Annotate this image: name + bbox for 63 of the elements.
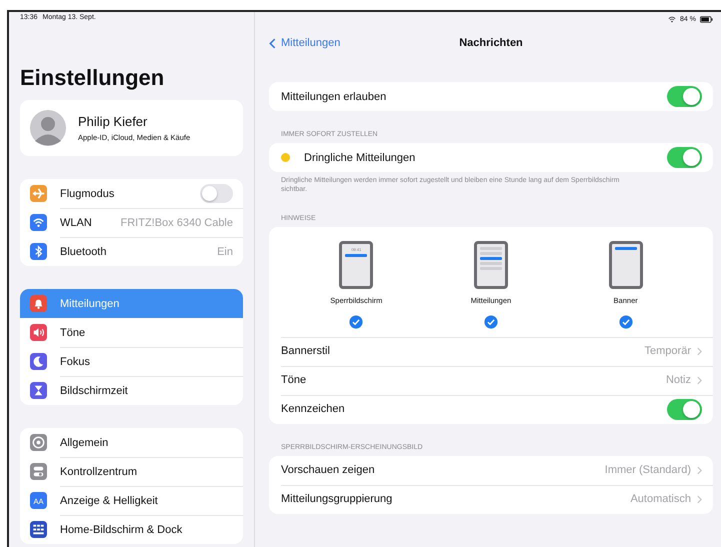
page-title: Nachrichten <box>459 37 523 49</box>
sidebar-item[interactable]: Home-Bildschirm & Dock <box>20 515 243 544</box>
avatar-icon <box>30 110 66 146</box>
back-chevron-icon <box>269 38 276 48</box>
item-label: Bildschirmzeit <box>60 384 129 396</box>
row-label: Mitteilungsgruppierung <box>281 493 394 506</box>
checkmark-icon[interactable] <box>484 314 498 329</box>
item-label: Mitteilungen <box>60 298 120 310</box>
item-label: Flugmodus <box>60 188 116 200</box>
item-label: Anzeige & Helligkeit <box>60 494 159 506</box>
sidebar-item[interactable]: WLAN FRITZ!Box 6340 Cable <box>20 208 243 237</box>
sidebar-item[interactable]: Bluetooth Ein <box>20 237 243 266</box>
chevron-icon <box>697 346 702 356</box>
row-label: Kennzeichen <box>281 403 346 416</box>
toggle-switch[interactable] <box>667 147 702 168</box>
icon-label: AA <box>33 496 44 506</box>
row-value: Automatisch <box>630 493 691 506</box>
item-value: FRITZ!Box 6340 Cable <box>120 216 233 228</box>
settings-row[interactable]: Mitteilungen erlauben <box>269 82 713 111</box>
checkmark-icon[interactable] <box>349 314 364 329</box>
profile-name: Philip Kiefer <box>78 114 148 129</box>
row-value: Immer (Standard) <box>604 464 691 476</box>
toggle-switch[interactable] <box>667 86 702 107</box>
sidebar-item[interactable]: AA Anzeige & Helligkeit <box>20 486 243 515</box>
settings-row[interactable]: Vorschauen zeigen Immer (Standard) <box>269 456 713 485</box>
row-label: Mitteilungen erlauben <box>281 90 388 102</box>
banner-drawing[interactable] <box>608 240 643 289</box>
checkmark-icon[interactable] <box>618 314 633 329</box>
settings-row[interactable]: Mitteilungsgruppierung Automatisch <box>269 484 713 514</box>
row-label: Bannerstil <box>281 345 331 358</box>
row-value: Notiz <box>666 374 691 386</box>
settings-title: Einstellungen <box>20 65 166 92</box>
row-value: Temporär <box>644 345 691 358</box>
battery-icon <box>700 16 713 22</box>
settings-row[interactable]: Töne Notiz <box>269 366 713 395</box>
chevron-icon <box>697 376 702 385</box>
item-label: Kontrollzentrum <box>60 466 138 478</box>
chevron-icon <box>697 494 702 504</box>
item-label: Töne <box>60 326 86 338</box>
item-label: Bluetooth <box>60 246 108 258</box>
wifi-icon <box>668 16 676 22</box>
item-label: Fokus <box>60 356 91 368</box>
notification-center-drawing[interactable] <box>474 240 508 289</box>
sidebar-item[interactable]: Töne <box>20 318 243 347</box>
item-label: WLAN <box>60 216 93 228</box>
toggle-switch[interactable] <box>200 184 233 203</box>
settings-row[interactable]: Dringliche Mitteilungen <box>269 143 713 172</box>
row-label: Dringliche Mitteilungen <box>304 152 416 164</box>
sidebar-item[interactable]: Kontrollzentrum <box>20 457 243 486</box>
sidebar-item[interactable]: Fokus <box>20 347 243 376</box>
sidebar-item[interactable]: Bildschirmzeit <box>20 376 243 405</box>
item-label: Allgemein <box>60 436 110 448</box>
settings-row[interactable]: Bannerstil Temporär <box>269 336 713 366</box>
toggle-switch[interactable] <box>667 398 702 420</box>
item-value: Ein <box>217 246 233 258</box>
settings-row[interactable]: Kennzeichen <box>269 394 713 424</box>
row-label: Vorschauen zeigen <box>281 464 376 476</box>
row-label: Töne <box>281 374 308 386</box>
sidebar-item[interactable]: Allgemein <box>20 428 243 457</box>
chevron-icon <box>697 466 702 475</box>
sidebar-item[interactable]: Flugmodus <box>20 179 243 208</box>
back-link[interactable]: Mitteilungen <box>269 37 340 49</box>
item-label: Home-Bildschirm & Dock <box>60 524 184 536</box>
